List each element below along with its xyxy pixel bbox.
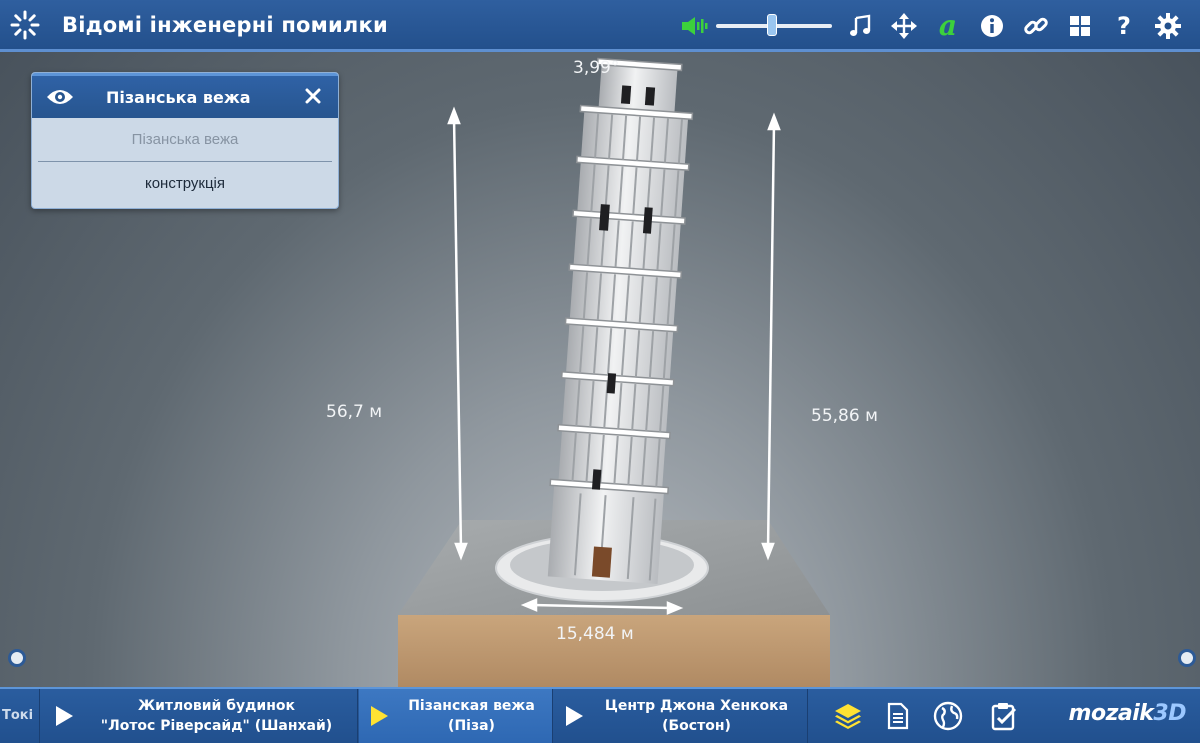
- tab-label: Пізанская вежа (Піза): [391, 696, 552, 736]
- play-icon: [369, 705, 391, 727]
- help-label: ?: [1117, 12, 1131, 40]
- close-icon[interactable]: [302, 84, 324, 108]
- tab-label-line1: Пізанская вежа: [408, 698, 535, 714]
- font-a-label: a: [938, 9, 958, 42]
- app-title: Відомі інженерні помилки: [62, 12, 388, 37]
- loading-spinner-icon[interactable]: [0, 0, 50, 51]
- music-note-icon[interactable]: [838, 0, 882, 52]
- grid-icon[interactable]: [1058, 0, 1102, 52]
- clipboard-check-icon[interactable]: [982, 689, 1026, 743]
- tab-label-line2: (Піза): [448, 718, 495, 734]
- link-icon[interactable]: [1014, 0, 1058, 52]
- tab-label-line2: (Бостон): [662, 718, 731, 734]
- help-icon[interactable]: ?: [1102, 0, 1146, 52]
- panel-title: Пізанська вежа: [106, 87, 251, 107]
- logo-3d: 3D: [1153, 701, 1186, 726]
- bottom-bar: Токі Житловий будинок "Лотос Ріверсайд" …: [0, 687, 1200, 743]
- volume-slider[interactable]: [716, 0, 832, 52]
- logo-word: mozaik: [1068, 701, 1154, 726]
- tab-label-line2: "Лотос Ріверсайд" (Шанхай): [100, 718, 333, 734]
- scroll-left-handle[interactable]: [8, 649, 26, 667]
- top-bar: Відомі інженерні помилки a ?: [0, 0, 1200, 52]
- globe-icon[interactable]: [926, 689, 970, 743]
- panel-subtitle: Пізанська вежа: [38, 118, 332, 162]
- eye-icon[interactable]: [32, 88, 88, 106]
- gear-icon[interactable]: [1146, 0, 1190, 52]
- tab-lotos-riverside[interactable]: Житловий будинок "Лотос Ріверсайд" (Шанх…: [44, 689, 358, 743]
- info-icon[interactable]: [970, 0, 1014, 52]
- move-arrows-icon[interactable]: [882, 0, 926, 52]
- tab-label-line1: Житловий будинок: [137, 698, 296, 714]
- info-panel: Пізанська вежа Пізанська вежа конструкці…: [31, 72, 339, 209]
- layers-icon[interactable]: [826, 689, 870, 743]
- scroll-right-handle[interactable]: [1178, 649, 1196, 667]
- font-a-icon[interactable]: a: [926, 0, 970, 52]
- tab-label: Житловий будинок "Лотос Ріверсайд" (Шанх…: [76, 696, 357, 736]
- volume-knob[interactable]: [766, 14, 777, 36]
- tab-partial-label: Токі: [2, 708, 34, 723]
- tab-pisa[interactable]: Пізанская вежа (Піза): [359, 689, 553, 743]
- left-height-label: 56,7 м: [326, 402, 383, 422]
- mozaik-logo: mozaik3D: [1068, 701, 1187, 726]
- angle-label: 3,99°: [573, 58, 620, 78]
- right-height-label: 55,86 м: [811, 406, 878, 426]
- tab-label-line1: Центр Джона Хенкока: [604, 698, 789, 714]
- tab-partial[interactable]: Токі: [0, 689, 40, 743]
- document-icon[interactable]: [876, 689, 920, 743]
- speaker-icon[interactable]: [674, 0, 714, 52]
- play-icon: [54, 705, 76, 727]
- base-width-label: 15,484 м: [556, 624, 634, 644]
- top-controls: a ?: [674, 0, 1200, 52]
- tab-john-hancock[interactable]: Центр Джона Хенкока (Бостон): [554, 689, 808, 743]
- panel-construction-item[interactable]: конструкція: [32, 162, 338, 204]
- play-icon: [564, 705, 586, 727]
- panel-header: Пізанська вежа: [32, 73, 338, 118]
- tab-label: Центр Джона Хенкока (Бостон): [586, 696, 807, 736]
